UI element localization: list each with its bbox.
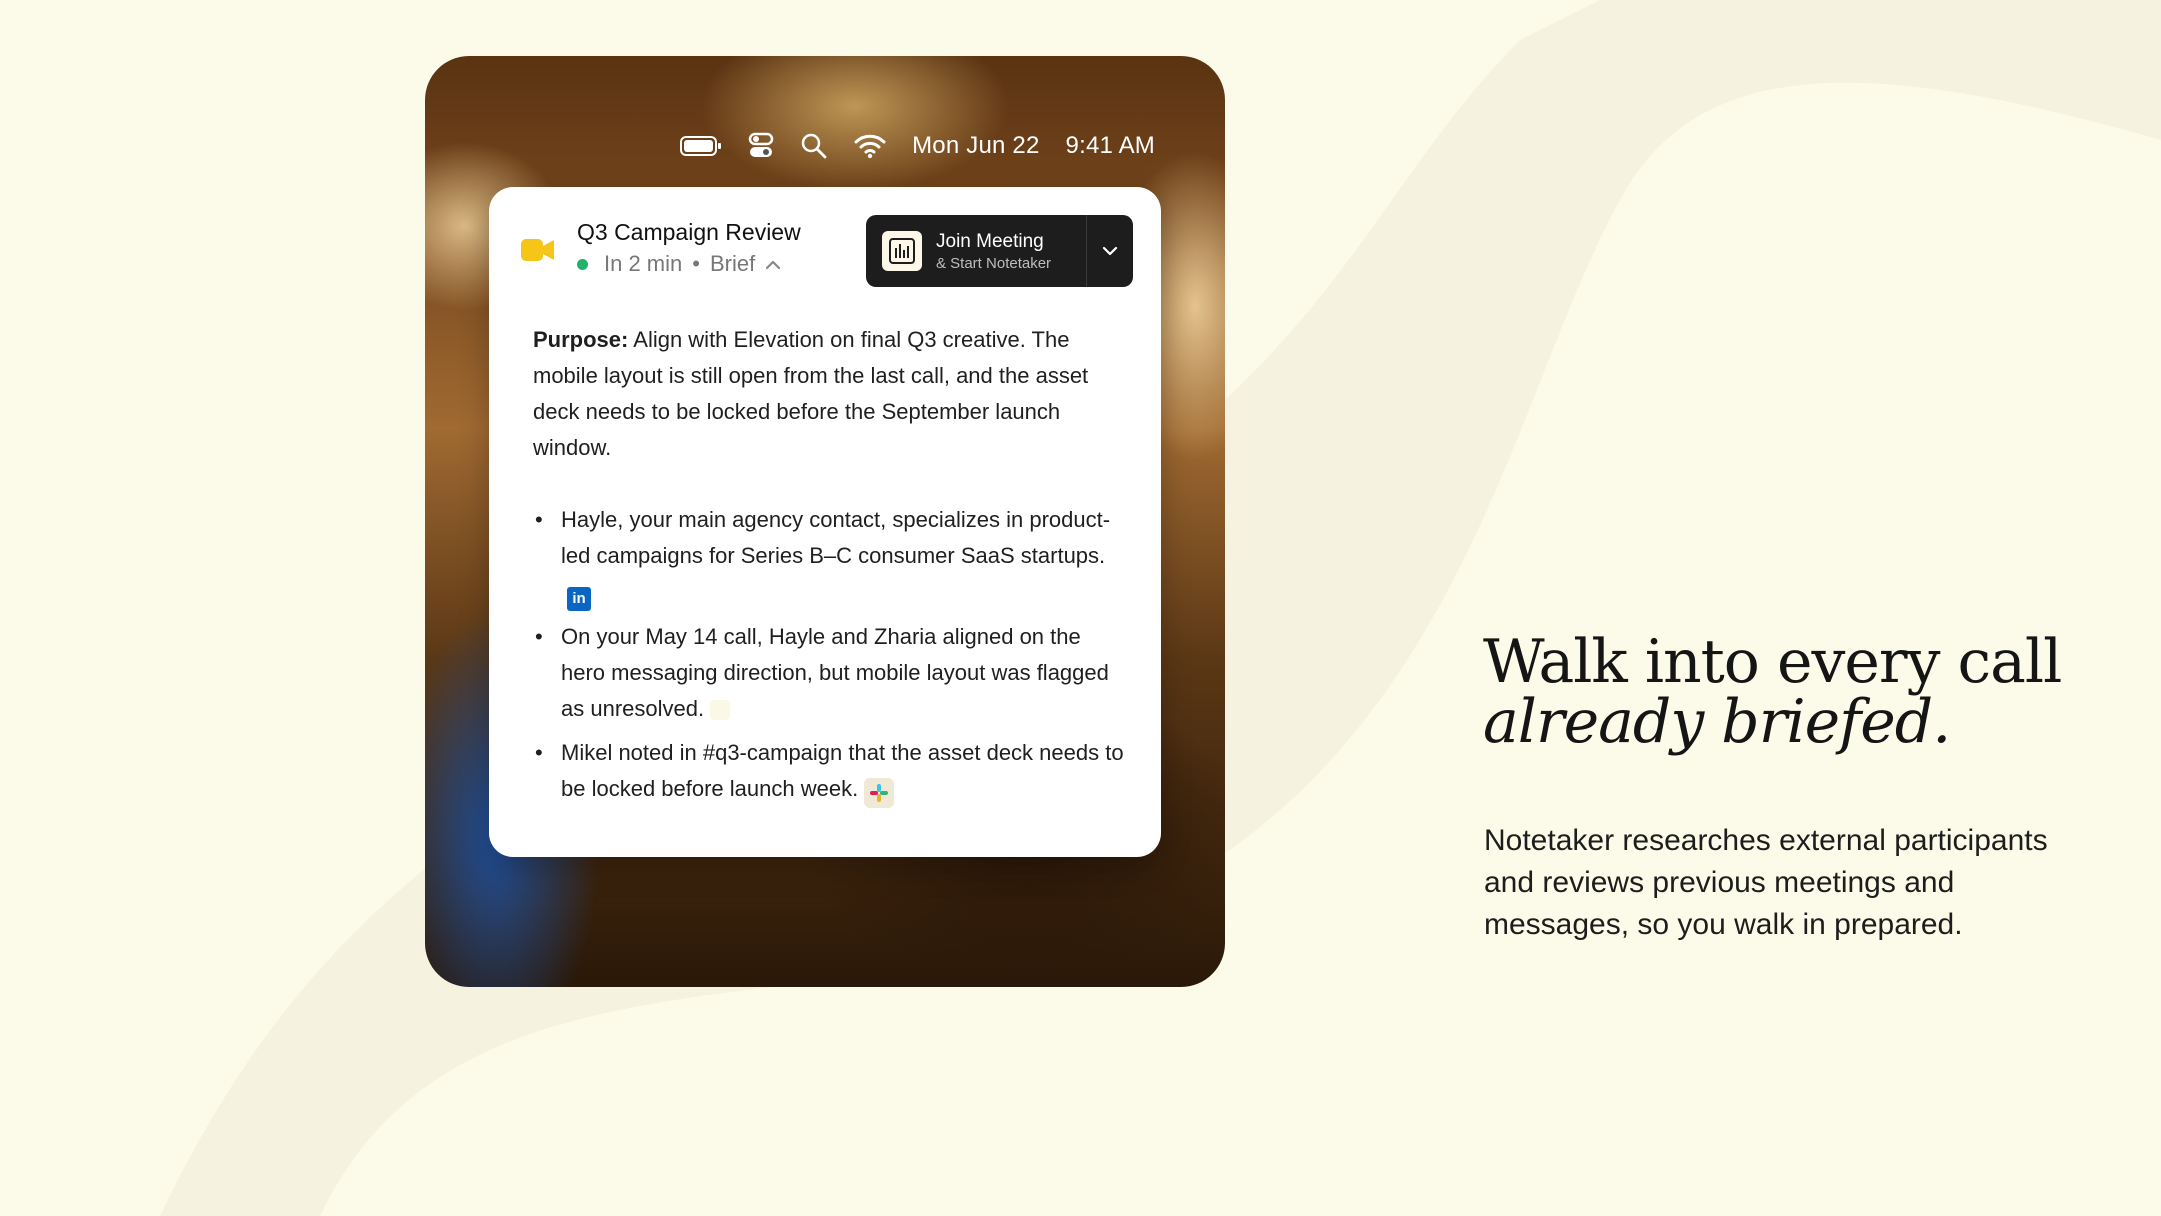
notetaker-logo-icon [882, 231, 922, 271]
purpose-label: Purpose: [533, 327, 629, 352]
battery-icon[interactable] [680, 135, 722, 157]
wifi-icon[interactable] [854, 133, 886, 159]
brief-bullets: Hayle, your main agency contact, special… [533, 502, 1125, 808]
desktop-preview: Mon Jun 22 9:41 AM Q3 Campaign Review In… [425, 56, 1225, 987]
bullet-text: Hayle, your main agency contact, special… [561, 507, 1111, 568]
search-icon[interactable] [800, 132, 828, 160]
status-separator: • [692, 251, 700, 276]
menu-bar: Mon Jun 22 9:41 AM [680, 126, 1155, 166]
join-options-dropdown[interactable] [1086, 215, 1133, 287]
notification-header: Q3 Campaign Review In 2 min • Brief Join… [521, 215, 1133, 289]
bullet-text: Mikel noted in #q3-campaign that the ass… [561, 740, 1124, 801]
control-center-icon[interactable] [748, 132, 774, 160]
join-button-sublabel: & Start Notetaker [936, 254, 1052, 272]
bullet-text: On your May 14 call, Hayle and Zharia al… [561, 624, 1109, 721]
join-button-texts: Join Meeting & Start Notetaker [936, 231, 1051, 272]
meeting-notification[interactable]: Q3 Campaign Review In 2 min • Brief Join… [489, 187, 1161, 857]
menu-bar-time[interactable]: 9:41 AM [1066, 132, 1155, 160]
meeting-time-until: In 2 min [604, 251, 683, 276]
brief-toggle-label[interactable]: Brief [710, 251, 755, 277]
join-meeting-button-group: Join Meeting & Start Notetaker [866, 215, 1133, 287]
list-item: Hayle, your main agency contact, special… [533, 502, 1125, 611]
chevron-down-icon [1102, 242, 1118, 261]
meeting-status: In 2 min • Brief [577, 251, 781, 277]
chevron-up-icon[interactable] [765, 251, 781, 277]
status-dot [577, 258, 588, 270]
join-meeting-button[interactable]: Join Meeting & Start Notetaker [866, 215, 1086, 287]
meeting-title: Q3 Campaign Review [577, 219, 801, 245]
headline-line-2: already briefed. [1483, 687, 1951, 757]
slack-icon[interactable] [864, 778, 895, 808]
notetaker-icon[interactable] [710, 700, 731, 720]
video-camera-icon [521, 237, 555, 267]
linkedin-icon[interactable]: in [567, 587, 591, 611]
list-item: Mikel noted in #q3-campaign that the ass… [533, 735, 1125, 808]
hero-description: Notetaker researches external participan… [1484, 824, 2048, 941]
menu-bar-date[interactable]: Mon Jun 22 [912, 132, 1039, 160]
purpose-paragraph: Purpose: Align with Elevation on final Q… [533, 322, 1125, 466]
hero-headline: Walk into every call already briefed. [1483, 632, 2062, 757]
brief-body: Purpose: Align with Elevation on final Q… [533, 322, 1125, 816]
join-button-label: Join Meeting [936, 230, 1044, 252]
list-item: On your May 14 call, Hayle and Zharia al… [533, 619, 1125, 727]
